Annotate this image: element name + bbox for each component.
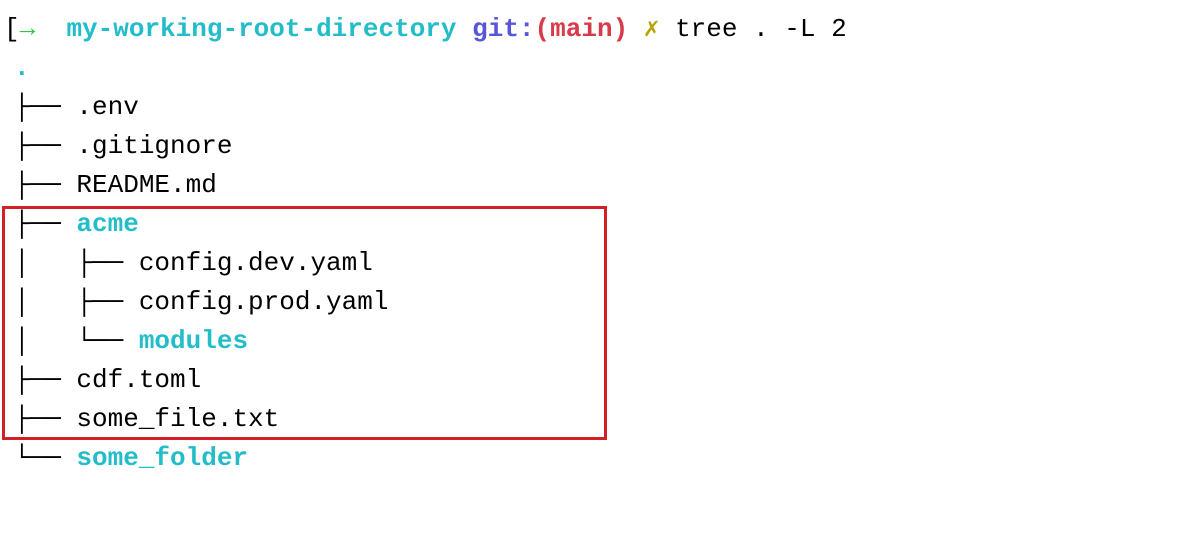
tree-dir-name: modules xyxy=(139,326,248,356)
tree-branch-icon: │ ├── xyxy=(14,287,139,317)
tree-line: ├── README.md xyxy=(14,166,1170,205)
shell-prompt[interactable]: [→ my-working-root-directory git:(main) … xyxy=(0,10,1170,49)
tree-file-name: config.prod.yaml xyxy=(139,287,389,317)
tree-dir-name: acme xyxy=(76,209,138,239)
tree-file-name: .gitignore xyxy=(76,131,232,161)
tree-file-name: .env xyxy=(76,92,138,122)
tree-file-name: some_file.txt xyxy=(76,404,279,434)
tree-branch-icon: ├── xyxy=(14,170,76,200)
git-dirty-icon: ✗ xyxy=(644,14,660,44)
paren-close: ) xyxy=(613,14,629,44)
git-label: git: xyxy=(472,14,534,44)
paren-open: ( xyxy=(535,14,551,44)
tree-branch-icon: │ └── xyxy=(14,326,139,356)
tree-branch-icon: ├── xyxy=(14,209,76,239)
command-text: tree . -L 2 xyxy=(675,14,847,44)
tree-output: ├── .env├── .gitignore├── README.md├── a… xyxy=(0,88,1170,478)
tree-line: ├── some_file.txt xyxy=(14,400,1170,439)
tree-line: ├── acme xyxy=(14,205,1170,244)
tree-branch-icon: ├── xyxy=(14,131,76,161)
tree-file-name: cdf.toml xyxy=(76,365,201,395)
tree-line: │ ├── config.dev.yaml xyxy=(14,244,1170,283)
tree-branch-icon: └── xyxy=(14,443,76,473)
tree-line: ├── .gitignore xyxy=(14,127,1170,166)
tree-line: │ ├── config.prod.yaml xyxy=(14,283,1170,322)
tree-branch-icon: ├── xyxy=(14,365,76,395)
tree-branch-icon: ├── xyxy=(14,404,76,434)
tree-line: ├── .env xyxy=(14,88,1170,127)
tree-file-name: config.dev.yaml xyxy=(139,248,373,278)
tree-branch-icon: │ ├── xyxy=(14,248,139,278)
bracket-open-icon: [ xyxy=(4,14,20,44)
arrow-icon: → xyxy=(20,14,36,44)
tree-root-dot: . xyxy=(0,49,1170,88)
tree-line: ├── cdf.toml xyxy=(14,361,1170,400)
tree-file-name: README.md xyxy=(76,170,216,200)
cwd-label: my-working-root-directory xyxy=(66,14,456,44)
tree-line: │ └── modules xyxy=(14,322,1170,361)
tree-dir-name: some_folder xyxy=(76,443,248,473)
tree-branch-icon: ├── xyxy=(14,92,76,122)
tree-line: └── some_folder xyxy=(14,439,1170,478)
git-branch: main xyxy=(550,14,612,44)
